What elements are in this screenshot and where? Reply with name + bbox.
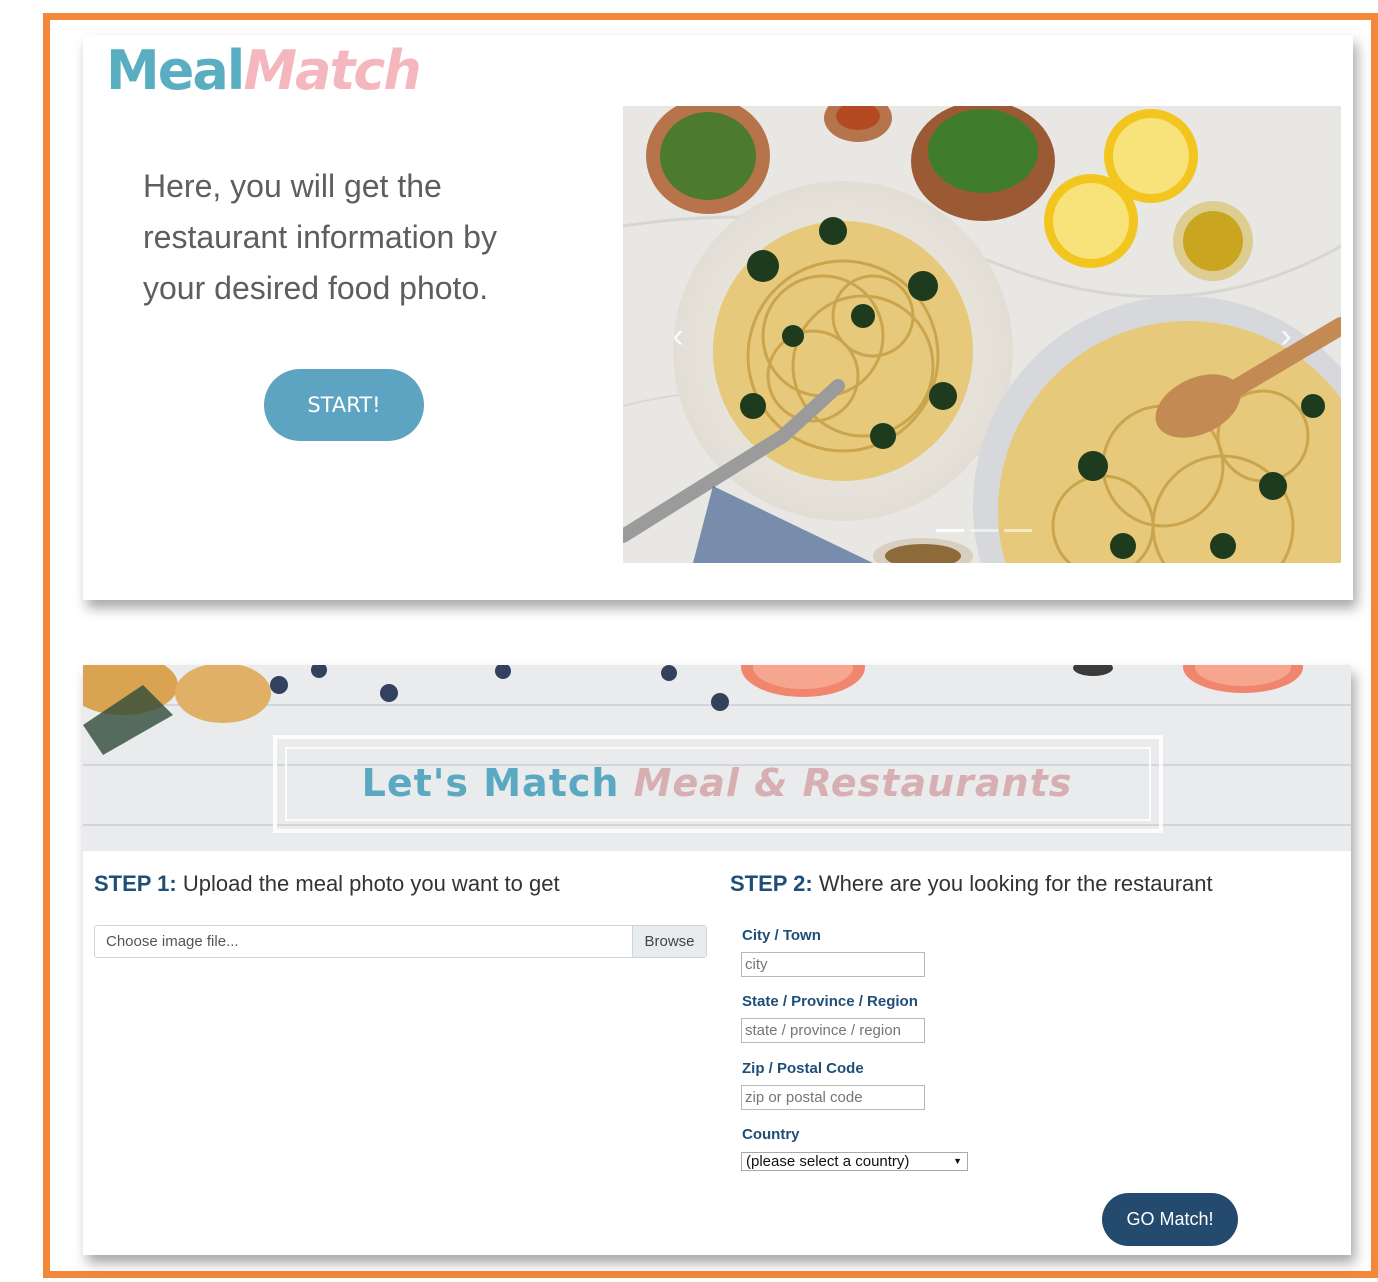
banner-title-accent: Meal & Restaurants <box>633 761 1073 805</box>
chevron-down-icon: ▼ <box>953 1156 962 1166</box>
logo-match: Match <box>243 39 421 102</box>
city-input[interactable] <box>741 952 925 977</box>
step1-text: Upload the meal photo you want to get <box>176 871 560 896</box>
browse-button[interactable]: Browse <box>632 926 706 957</box>
meal-photo-file-input[interactable]: Choose image file... Browse <box>94 925 707 958</box>
step1-prefix: STEP 1: <box>94 871 177 896</box>
step2-text: Where are you looking for the restaurant <box>812 871 1213 896</box>
carousel-indicator[interactable] <box>1004 529 1032 532</box>
file-input-placeholder[interactable]: Choose image file... <box>95 926 632 957</box>
banner-title: Let's Match Meal & Restaurants <box>83 761 1351 805</box>
zip-input[interactable] <box>741 1085 925 1110</box>
go-match-button[interactable]: GO Match! <box>1102 1193 1238 1246</box>
city-label: City / Town <box>742 927 821 944</box>
carousel-next-icon[interactable]: › <box>1271 316 1301 356</box>
state-input[interactable] <box>741 1018 925 1043</box>
logo[interactable]: MealMatch <box>106 39 422 103</box>
step2-heading: STEP 2: Where are you looking for the re… <box>730 871 1213 897</box>
hero-tagline: Here, you will get the restaurant inform… <box>143 168 497 306</box>
state-label: State / Province / Region <box>742 993 918 1010</box>
logo-meal: Meal <box>106 39 245 102</box>
carousel-indicator[interactable] <box>936 529 964 532</box>
carousel-prev-icon[interactable]: ‹ <box>663 316 693 356</box>
country-label: Country <box>742 1126 800 1143</box>
zip-label: Zip / Postal Code <box>742 1060 864 1077</box>
food-carousel[interactable]: ‹ › <box>623 106 1341 563</box>
carousel-indicators[interactable] <box>936 529 1036 533</box>
step2-prefix: STEP 2: <box>730 871 813 896</box>
pasta-photo <box>623 106 1341 563</box>
start-button[interactable]: START! <box>264 369 424 441</box>
country-select[interactable]: (please select a country) ▼ <box>741 1152 968 1171</box>
match-form-card: Let's Match Meal & Restaurants STEP 1: U… <box>83 665 1351 1255</box>
match-banner: Let's Match Meal & Restaurants <box>83 665 1351 851</box>
country-selected-value: (please select a country) <box>746 1153 910 1170</box>
carousel-indicator[interactable] <box>970 529 998 532</box>
step1-heading: STEP 1: Upload the meal photo you want t… <box>94 871 560 897</box>
hero-card: MealMatch Here, you will get the restaur… <box>83 35 1353 600</box>
banner-title-lead: Let's Match <box>361 761 634 805</box>
